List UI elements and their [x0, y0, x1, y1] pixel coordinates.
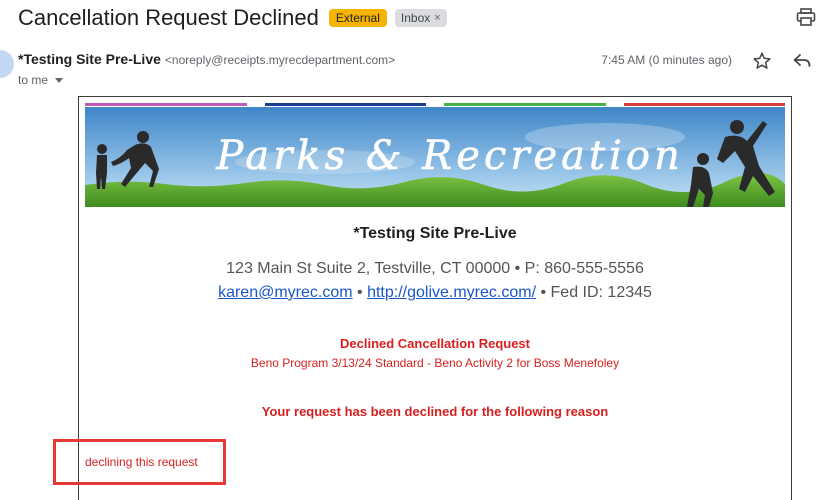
- sender-name[interactable]: *Testing Site Pre-Live: [18, 51, 161, 67]
- stripe-red: [623, 103, 785, 106]
- inbox-label-chip[interactable]: Inbox ×: [394, 9, 447, 27]
- star-icon[interactable]: [752, 51, 772, 71]
- website-link[interactable]: http://golive.myrec.com/: [367, 284, 536, 301]
- email-timestamp: 7:45 AM (0 minutes ago): [601, 53, 732, 67]
- organization-name: *Testing Site Pre-Live: [353, 225, 517, 242]
- email-subject: Cancellation Request Declined: [18, 5, 319, 30]
- stripe-blue: [264, 103, 426, 106]
- remove-label-icon[interactable]: ×: [434, 12, 440, 24]
- organization-contacts: karen@myrec.com • http://golive.myrec.co…: [85, 284, 785, 302]
- sender-email: <noreply@receipts.myrecdepartment.com>: [164, 53, 396, 67]
- recipient-details-toggle[interactable]: to me: [18, 73, 64, 87]
- stripe-green: [444, 103, 606, 106]
- print-icon[interactable]: [796, 8, 816, 26]
- parks-recreation-banner: Parks & Recreation: [85, 107, 785, 207]
- stripe-purple: [85, 103, 247, 106]
- external-badge: External: [328, 9, 387, 27]
- banner-image: Parks & Recreation: [85, 107, 785, 207]
- chevron-down-icon[interactable]: [55, 77, 64, 83]
- contact-email-link[interactable]: karen@myrec.com: [218, 284, 353, 301]
- decline-reason: declining this request: [85, 455, 198, 469]
- declined-program: Beno Program 3/13/24 Standard - Beno Act…: [250, 356, 620, 370]
- recipient-label: to me: [18, 73, 49, 87]
- fed-id: • Fed ID: 12345: [536, 284, 652, 301]
- contact-separator: •: [352, 284, 368, 301]
- inbox-label: Inbox: [400, 11, 431, 25]
- organization-address: 123 Main St Suite 2, Testville, CT 00000…: [226, 260, 644, 277]
- avatar[interactable]: [0, 50, 14, 78]
- sender-info: *Testing Site Pre-Live <noreply@receipts…: [18, 51, 395, 67]
- reply-icon[interactable]: [792, 52, 812, 70]
- declined-title: Declined Cancellation Request: [340, 336, 530, 351]
- email-header: Cancellation Request Declined External I…: [18, 4, 447, 32]
- banner-title: Parks & Recreation: [215, 133, 683, 179]
- reason-heading: Your request has been declined for the f…: [261, 404, 609, 419]
